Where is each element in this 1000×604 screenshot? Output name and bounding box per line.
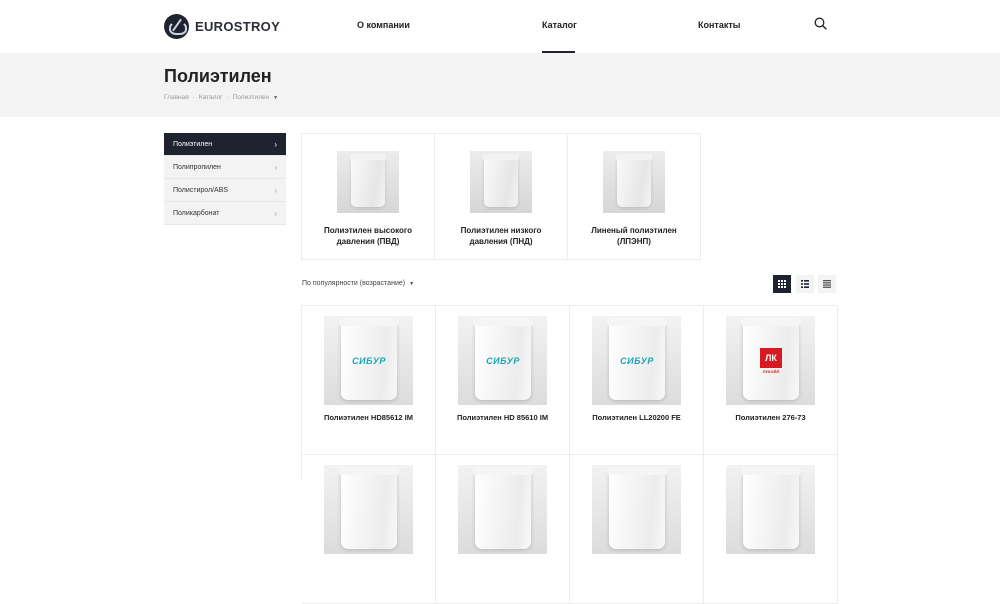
sack-image [339,467,399,549]
product-name[interactable]: Полиэтилен LL20200 FE [574,413,699,422]
sidebar-item-label: Полиэтилен [173,140,213,148]
subcategory-tiles: Полиэтилен высокого давления (ПВД) Полиэ… [301,133,701,260]
product-card[interactable]: СИБУР Полиэтилен HD 85610 IM [436,306,570,455]
product-image[interactable] [592,465,681,554]
product-image[interactable]: ЛК ЛУКОЙЛ [726,316,815,405]
sidebar-item-polyethylene[interactable]: Полиэтилен › [164,133,286,156]
nav-about[interactable]: О компании [357,20,410,30]
sack-image [607,467,667,549]
sort-dropdown[interactable]: По популярности (возрастание) ▼ [302,280,414,287]
product-card[interactable] [570,455,704,604]
sack-image [473,467,533,549]
logo-text: EUROSTROY [195,19,281,34]
product-image[interactable]: СИБУР [324,316,413,405]
product-card[interactable]: ЛК ЛУКОЙЛ Полиэтилен 276-73 [704,306,838,455]
subcategory-tile-pnd[interactable]: Полиэтилен низкого давления (ПНД) [435,134,568,259]
table-icon [823,280,831,288]
subcategory-image[interactable] [470,151,532,213]
logo[interactable]: EUROSTROY [164,14,280,39]
product-image[interactable] [726,465,815,554]
product-name[interactable]: Полиэтилен 276-73 [708,413,833,422]
sack-image [616,154,652,207]
caret-down-icon: ▼ [409,280,415,287]
product-grid: СИБУР Полиэтилен HD85612 IM СИБУР Полиэт… [301,305,838,604]
chevron-right-icon: › [274,162,277,172]
page-title: Полиэтилен [164,66,272,86]
subcategory-tile-pvd[interactable]: Полиэтилен высокого давления (ПВД) [302,134,435,259]
product-card[interactable] [436,455,570,604]
lukoil-wordmark: ЛУКОЙЛ [762,369,780,374]
chevron-right-icon: › [274,208,277,218]
caret-down-icon[interactable]: ▼ [273,95,278,101]
product-name[interactable]: Полиэтилен HD85612 IM [306,413,431,422]
sack-image [483,154,519,207]
view-list-button[interactable] [796,275,814,293]
sidebar-item-label: Полистирол/ABS [173,186,229,194]
chevron-right-icon: › [274,139,277,149]
breadcrumb-separator: - [192,94,195,101]
sidebar-item-label: Поликарбонат [173,209,220,217]
chevron-right-icon: › [274,185,277,195]
sibur-logo: СИБУР [620,356,654,366]
nav-contacts[interactable]: Контакты [698,20,740,30]
sidebar-item-polypropylene[interactable]: Полипропилен › [164,156,286,179]
product-image[interactable]: СИБУР [592,316,681,405]
product-card[interactable] [704,455,838,604]
sidebar-item-polystyrene[interactable]: Полистирол/ABS › [164,179,286,202]
product-name[interactable]: Полиэтилен HD 85610 IM [440,413,565,422]
breadcrumb: Главная - Каталог - Полиэтилен ▼ [164,94,278,101]
breadcrumb-current[interactable]: Полиэтилен [233,94,269,101]
breadcrumb-separator: - [226,94,229,101]
subcategory-tile-lpenp[interactable]: Линеный полиэтилен (ЛПЭНП) [568,134,700,259]
sidebar-item-polycarbonate[interactable]: Поликарбонат › [164,202,286,225]
grid-icon [778,280,786,288]
product-card[interactable]: СИБУР Полиэтилен LL20200 FE [570,306,704,455]
product-card[interactable]: СИБУР Полиэтилен HD85612 IM [302,306,436,455]
site-header: EUROSTROY О компании Каталог Контакты [0,0,1000,53]
sort-label: По популярности (возрастание) [302,280,406,287]
page-title-band [0,53,1000,117]
category-sidebar: Полиэтилен › Полипропилен › Полистирол/A… [164,133,286,225]
sibur-logo: СИБУР [352,356,386,366]
subcategory-label[interactable]: Полиэтилен высокого давления (ПВД) [308,225,428,247]
sack-image: СИБУР [339,318,399,400]
sibur-logo: СИБУР [486,356,520,366]
sack-image: СИБУР [607,318,667,400]
product-image[interactable] [324,465,413,554]
view-table-button[interactable] [818,275,836,293]
subcategory-label[interactable]: Линеный полиэтилен (ЛПЭНП) [574,225,694,247]
breadcrumb-home[interactable]: Главная [164,94,189,101]
list-icon [801,280,809,288]
nav-catalog[interactable]: Каталог [542,20,577,30]
subcategory-image[interactable] [337,151,399,213]
view-grid-button[interactable] [773,275,791,293]
sack-image: СИБУР [473,318,533,400]
logo-icon [164,14,189,39]
sidebar-item-label: Полипропилен [173,163,221,171]
product-image[interactable]: СИБУР [458,316,547,405]
lukoil-logo-icon: ЛК [760,348,782,368]
product-image[interactable] [458,465,547,554]
subcategory-image[interactable] [603,151,665,213]
breadcrumb-catalog[interactable]: Каталог [199,94,223,101]
sack-image: ЛК ЛУКОЙЛ [741,318,801,400]
subcategory-label[interactable]: Полиэтилен низкого давления (ПНД) [441,225,561,247]
sack-image [350,154,386,207]
sack-image [741,467,801,549]
product-card[interactable] [302,455,436,604]
search-icon[interactable] [814,17,827,30]
